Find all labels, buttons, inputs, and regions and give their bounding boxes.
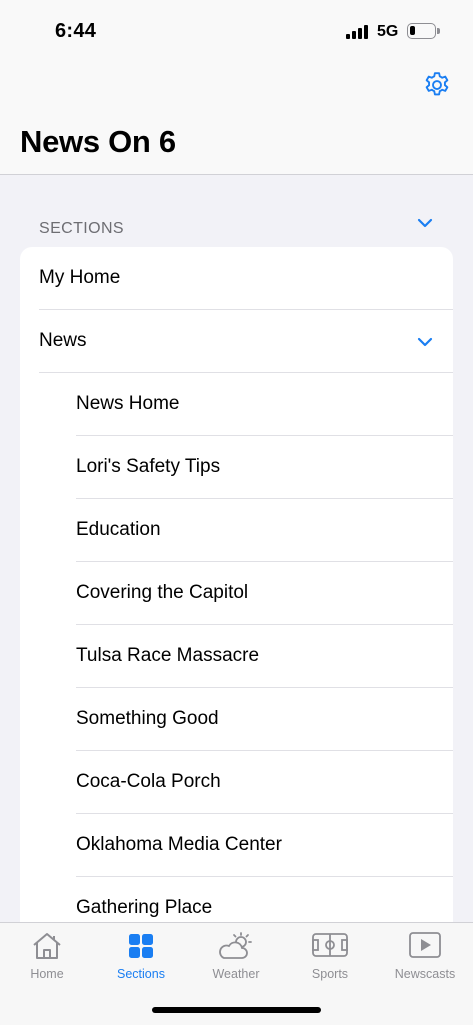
status-time: 6:44 xyxy=(55,20,97,42)
section-row-label: News xyxy=(39,330,87,351)
sections-collapse-button[interactable] xyxy=(414,214,436,232)
section-row-news[interactable]: News xyxy=(20,310,453,373)
section-row-oklahoma-media-center[interactable]: Oklahoma Media Center xyxy=(20,814,453,877)
chevron-down-icon xyxy=(417,218,433,228)
sections-list: My Home News News Home Lori's Safety Tip… xyxy=(20,247,453,947)
tab-sports[interactable]: Sports xyxy=(283,923,377,993)
status-bar: 6:44 5G xyxy=(0,0,473,60)
section-row-covering-the-capitol[interactable]: Covering the Capitol xyxy=(20,562,453,625)
settings-button[interactable] xyxy=(420,68,454,102)
section-row-tulsa-race-massacre[interactable]: Tulsa Race Massacre xyxy=(20,625,453,688)
section-row-label: Something Good xyxy=(76,708,219,729)
partly-cloudy-icon xyxy=(219,932,252,959)
tab-label: Newscasts xyxy=(394,967,456,981)
section-row-label: Tulsa Race Massacre xyxy=(76,645,260,666)
nav-header: News On 6 xyxy=(0,60,473,175)
home-indicator xyxy=(152,1007,321,1013)
section-row-my-home[interactable]: My Home xyxy=(20,247,453,310)
tab-label: Weather xyxy=(212,967,260,981)
play-icon xyxy=(409,932,441,958)
chevron-down-icon xyxy=(417,337,433,347)
section-row-something-good[interactable]: Something Good xyxy=(20,688,453,751)
section-row-label: News Home xyxy=(76,393,180,414)
tab-label: Sections xyxy=(117,967,165,981)
section-row-label: Oklahoma Media Center xyxy=(76,834,282,855)
gear-icon xyxy=(425,72,449,96)
section-row-label: Gathering Place xyxy=(76,897,213,918)
tab-home[interactable]: Home xyxy=(0,923,94,993)
section-row-news-home[interactable]: News Home xyxy=(20,373,453,436)
grid-icon xyxy=(129,934,153,958)
house-icon xyxy=(33,933,61,959)
section-row-label: My Home xyxy=(39,267,121,288)
section-row-loris-safety-tips[interactable]: Lori's Safety Tips xyxy=(20,436,453,499)
field-icon xyxy=(312,933,348,957)
tab-label: Home xyxy=(30,967,64,981)
tab-sections[interactable]: Sections xyxy=(94,923,188,993)
network-type: 5G xyxy=(377,23,399,40)
section-row-label: Lori's Safety Tips xyxy=(76,456,221,477)
tab-weather[interactable]: Weather xyxy=(189,923,283,993)
signal-icon xyxy=(346,25,370,39)
section-row-coca-cola-porch[interactable]: Coca-Cola Porch xyxy=(20,751,453,814)
section-row-label: Coca-Cola Porch xyxy=(76,771,221,792)
tab-label: Sports xyxy=(311,967,349,981)
tab-newscasts[interactable]: Newscasts xyxy=(378,923,472,993)
battery-icon xyxy=(407,23,440,39)
section-row-education[interactable]: Education xyxy=(20,499,453,562)
section-row-label: Covering the Capitol xyxy=(76,582,249,603)
section-row-label: Education xyxy=(76,519,161,540)
page-title: News On 6 xyxy=(20,124,176,159)
sections-header: SECTIONS xyxy=(39,220,124,237)
